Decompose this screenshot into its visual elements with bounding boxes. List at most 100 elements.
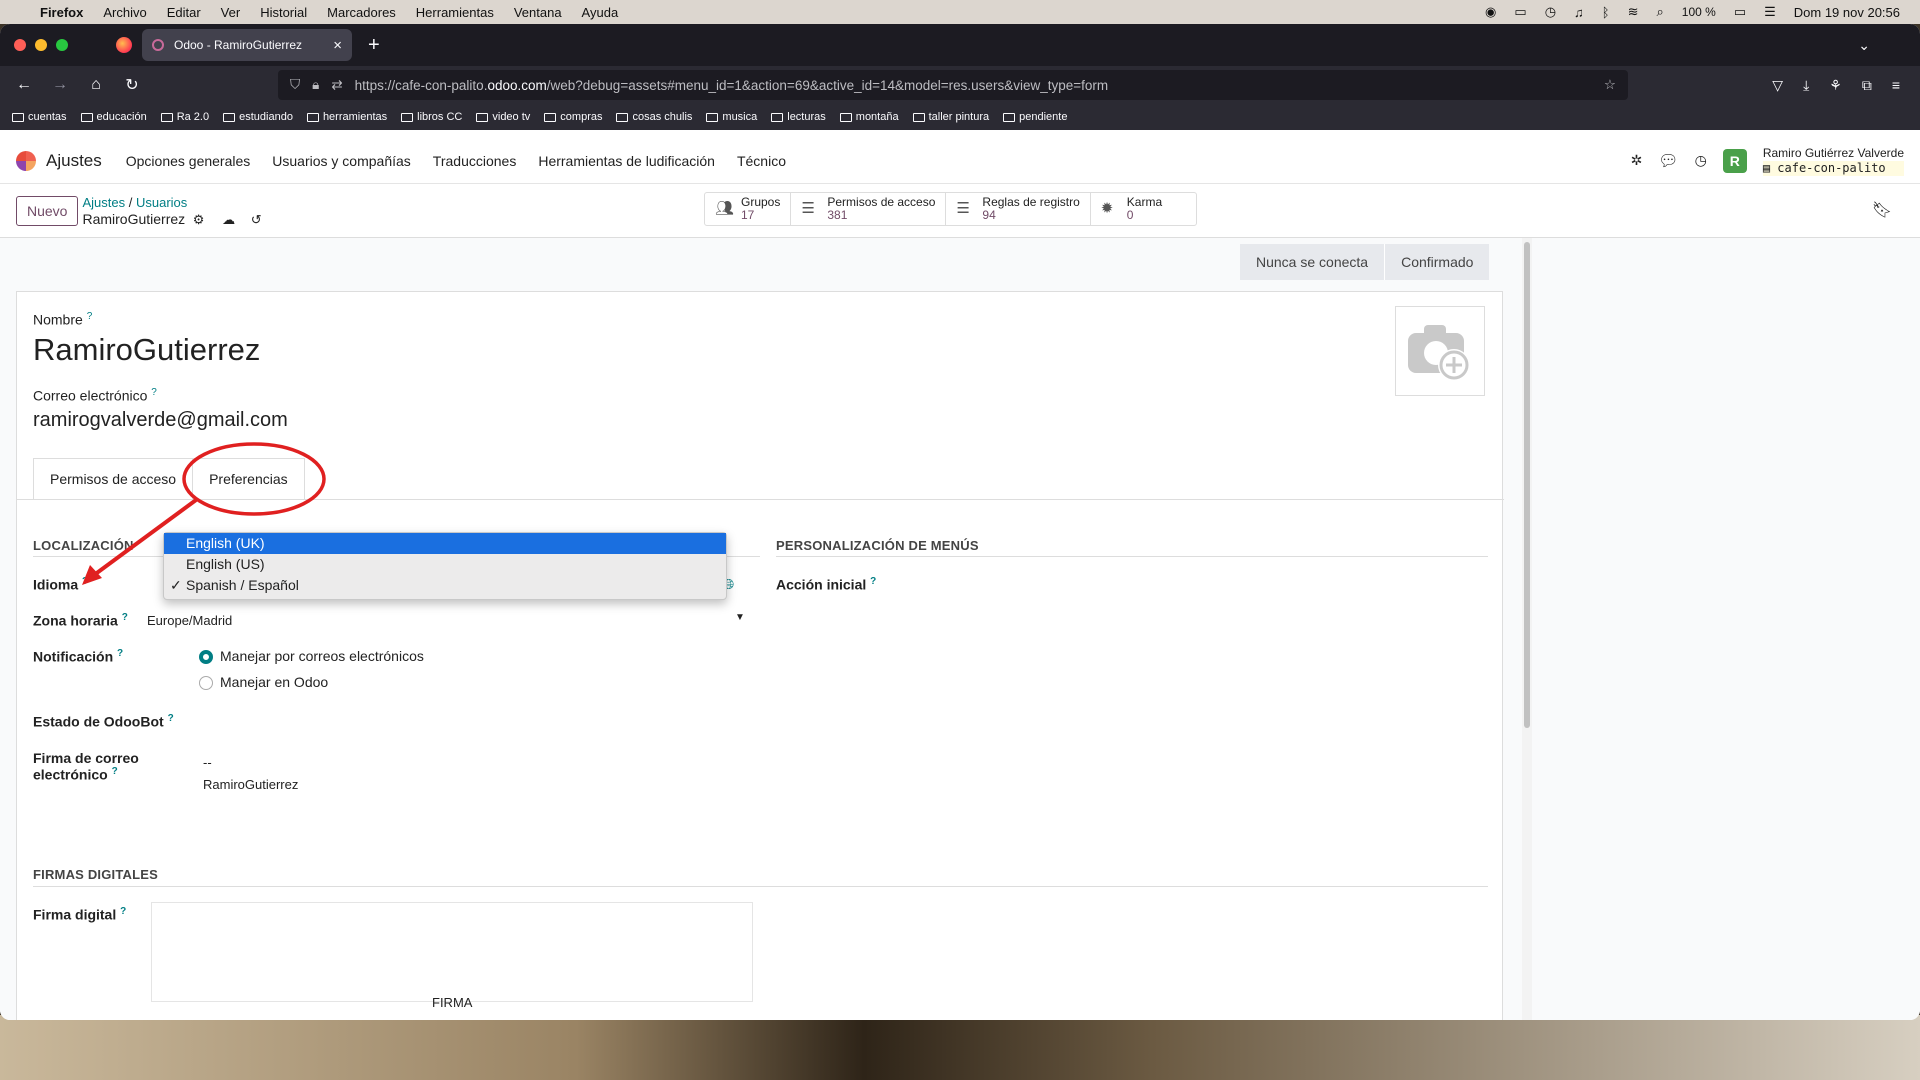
time-machine-icon[interactable]: ◷ <box>1545 4 1556 20</box>
spotlight-icon[interactable]: ⌕ <box>1657 4 1664 20</box>
menubar-item[interactable]: Historial <box>260 5 307 20</box>
signature-pad[interactable]: FIRMA <box>151 902 753 1010</box>
shield-icon[interactable]: ⛉ <box>290 77 300 93</box>
access-rights-smart-button[interactable]: ☰ Permisos de acceso 381 <box>791 193 947 225</box>
menu-opciones-generales[interactable]: Opciones generales <box>126 153 251 169</box>
home-icon[interactable]: ⌂ <box>78 76 114 94</box>
minimize-window-button[interactable] <box>35 39 47 51</box>
bookmark-folder[interactable]: video tv <box>476 111 530 123</box>
menubar-item[interactable]: Marcadores <box>327 5 396 20</box>
status-never-connected[interactable]: Nunca se conecta <box>1240 244 1385 280</box>
gear-icon[interactable]: ⚙ <box>193 212 205 227</box>
bookmark-folder[interactable]: Ra 2.0 <box>160 111 209 123</box>
avatar-upload[interactable] <box>1395 306 1485 396</box>
menubar-item[interactable]: Ver <box>221 5 241 20</box>
lang-option-es[interactable]: ✓ Spanish / Español <box>164 575 726 596</box>
email-field[interactable]: ramirogvalverde@gmail.com <box>33 409 288 432</box>
bookmark-folder[interactable]: herramientas <box>306 111 387 123</box>
bookmark-folder[interactable]: estudiando <box>223 111 293 123</box>
tab-preferencias[interactable]: Preferencias <box>192 458 305 499</box>
new-button[interactable]: Nuevo <box>16 195 79 226</box>
breadcrumb-usuarios[interactable]: Usuarios <box>136 195 187 210</box>
bookmark-folder[interactable]: pendiente <box>1003 111 1067 123</box>
notif-option-odoo[interactable]: Manejar en Odoo <box>220 674 328 690</box>
menu-icon[interactable]: ≡ <box>1892 77 1900 94</box>
bookmark-folder[interactable]: musica <box>706 111 757 123</box>
activities-clock-icon[interactable]: ◷ <box>1695 152 1707 169</box>
menubar-item[interactable]: Herramientas <box>416 5 494 20</box>
menubar-item[interactable]: Ayuda <box>582 5 619 20</box>
notif-option-email[interactable]: Manejar por correos electrónicos <box>220 648 424 664</box>
scrollbar[interactable] <box>1522 238 1532 1020</box>
bookmark-folder[interactable]: libros CC <box>401 111 462 123</box>
lock-icon[interactable]: 🔒︎ <box>312 77 319 93</box>
status-confirmed[interactable]: Confirmado <box>1384 244 1490 280</box>
bookmark-folder[interactable]: lecturas <box>771 111 826 123</box>
pocket-icon[interactable]: ▽ <box>1772 77 1783 94</box>
menubar-item[interactable]: Editar <box>167 5 201 20</box>
language-dropdown[interactable]: English (UK) English (US) ✓ Spanish / Esp… <box>163 532 727 600</box>
karma-smart-button[interactable]: ✹ Karma 0 <box>1091 193 1196 225</box>
tab-permisos-acceso[interactable]: Permisos de acceso <box>33 458 194 499</box>
scrollbar-thumb[interactable] <box>1524 242 1530 728</box>
browser-tab[interactable]: Odoo - RamiroGutierrez × <box>142 29 352 61</box>
list-tabs-icon[interactable]: ⌄ <box>1858 37 1870 54</box>
bookmark-folder[interactable]: cuentas <box>12 111 67 123</box>
menu-herramientas-ludificacion[interactable]: Herramientas de ludificación <box>538 153 715 169</box>
back-icon[interactable]: ← <box>6 76 42 94</box>
url-bar[interactable]: ⛉ 🔒︎ ⇄ https://cafe-con-palito.odoo.com/… <box>278 70 1628 100</box>
control-center-icon[interactable]: ☰ <box>1764 4 1776 20</box>
bookmark-star-icon[interactable]: ☆ <box>1604 77 1616 93</box>
discard-icon[interactable]: ↺ <box>251 212 262 227</box>
signature-line-1[interactable]: -- <box>203 755 212 770</box>
radio-email[interactable] <box>199 650 213 664</box>
app-name[interactable]: Ajustes <box>46 151 102 171</box>
lang-option-en-us[interactable]: English (US) <box>164 554 726 575</box>
new-tab-button[interactable]: + <box>368 34 380 57</box>
extensions-icon[interactable]: ⧉ <box>1862 77 1872 94</box>
chevron-down-icon[interactable]: ▼ <box>735 612 745 623</box>
menu-tecnico[interactable]: Técnico <box>737 153 786 169</box>
reload-icon[interactable]: ↻ <box>114 75 150 95</box>
downloads-icon[interactable]: ⤓ <box>1803 77 1809 94</box>
permissions-icon[interactable]: ⇄ <box>331 77 342 93</box>
debug-bug-icon[interactable]: ✲ <box>1631 152 1643 169</box>
groups-smart-button[interactable]: 👥︎ Grupos 17 <box>705 193 792 225</box>
user-avatar[interactable]: R <box>1722 148 1747 173</box>
wifi-off-icon[interactable]: ≋ <box>1628 4 1639 20</box>
save-cloud-icon[interactable]: ☁ <box>222 212 235 227</box>
headphones-icon[interactable]: ♫ <box>1574 5 1584 20</box>
lang-option-en-gb[interactable]: English (UK) <box>164 533 726 554</box>
bookmark-folder[interactable]: educación <box>80 111 147 123</box>
bluetooth-icon[interactable]: ᛒ <box>1602 5 1610 20</box>
close-window-button[interactable] <box>14 39 26 51</box>
menubar-item[interactable]: Archivo <box>103 5 146 20</box>
bookmark-folder[interactable]: compras <box>544 111 602 123</box>
messages-icon[interactable]: 💬︎ <box>1658 151 1678 171</box>
user-menu[interactable]: Ramiro Gutiérrez Valverde ▤ cafe-con-pal… <box>1762 146 1904 176</box>
firefox-view-icon[interactable] <box>116 37 132 53</box>
breadcrumb-ajustes[interactable]: Ajustes <box>82 195 125 210</box>
menu-traducciones[interactable]: Traducciones <box>433 153 517 169</box>
signature-line-2[interactable]: RamiroGutierrez <box>203 777 298 792</box>
zoom-window-button[interactable] <box>56 39 68 51</box>
battery-icon[interactable]: ▭ <box>1734 4 1746 20</box>
menubar-app-name[interactable]: Firefox <box>40 5 83 20</box>
odoo-apps-icon[interactable] <box>16 150 36 171</box>
close-tab-icon[interactable]: × <box>333 37 342 54</box>
bookmark-folder[interactable]: taller pintura <box>912 111 989 123</box>
display-icon[interactable]: ▭ <box>1514 4 1526 20</box>
menu-usuarios-companias[interactable]: Usuarios y compañías <box>272 153 411 169</box>
record-icon[interactable]: ◉ <box>1485 4 1496 20</box>
radio-odoo[interactable] <box>199 676 213 690</box>
forward-icon[interactable]: → <box>42 76 78 94</box>
timezone-field[interactable]: Europe/Madrid <box>147 613 232 628</box>
clock[interactable]: Dom 19 nov 20:56 <box>1794 5 1900 20</box>
record-rules-smart-button[interactable]: ☰ Reglas de registro 94 <box>946 193 1091 225</box>
bookmark-icon[interactable]: 🔖︎ <box>1872 200 1892 220</box>
bookmark-folder[interactable]: cosas chulis <box>616 111 692 123</box>
bookmark-folder[interactable]: montaña <box>839 111 899 123</box>
menubar-item[interactable]: Ventana <box>514 5 562 20</box>
name-field[interactable]: RamiroGutierrez <box>33 332 260 368</box>
extension-icon[interactable]: ⚘ <box>1829 77 1842 94</box>
